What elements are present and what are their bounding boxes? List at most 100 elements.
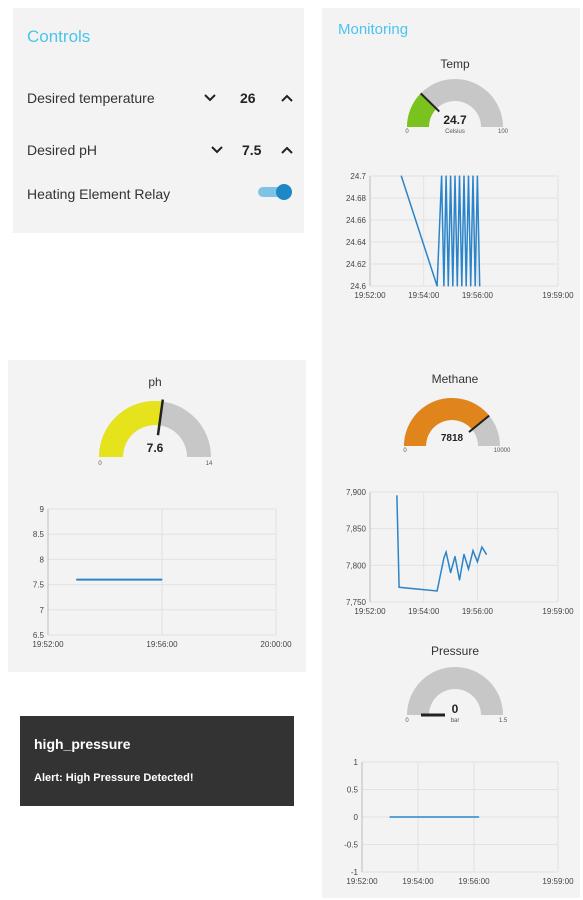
data-point — [441, 175, 443, 177]
data-point — [443, 285, 445, 287]
y-tick-label: 1 — [354, 758, 359, 767]
x-tick-label: 19:54:00 — [408, 607, 440, 616]
data-point — [485, 553, 487, 555]
ph-gauge-max: 14 — [206, 461, 213, 467]
x-tick-label: 19:56:00 — [462, 291, 494, 300]
y-tick-label: 24.68 — [346, 194, 367, 203]
data-point — [445, 175, 447, 177]
data-point — [474, 285, 476, 287]
y-tick-label: 6.5 — [33, 631, 45, 640]
data-point — [458, 579, 461, 581]
y-tick-label: 24.6 — [350, 282, 366, 291]
series-line — [396, 495, 488, 592]
pressure-gauge-title: Pressure — [431, 644, 479, 658]
x-tick-label: 20:00:00 — [260, 640, 292, 649]
data-point — [447, 285, 449, 287]
data-point — [476, 561, 479, 563]
y-tick-label: 0 — [354, 813, 359, 822]
data-point — [452, 285, 454, 287]
data-point — [454, 175, 456, 177]
y-tick-label: 24.66 — [346, 216, 367, 225]
temp-gauge: Temp 24.7 Celsius 0 100 — [405, 57, 509, 135]
data-point — [472, 550, 474, 552]
data-point — [161, 578, 163, 581]
data-point — [463, 553, 465, 555]
data-point — [398, 586, 400, 588]
y-tick-label: 8.5 — [33, 530, 45, 539]
y-tick-label: 7 — [40, 606, 45, 615]
ph-gauge-title: ph — [148, 375, 161, 389]
desired-temperature-value: 26 — [240, 90, 256, 106]
temp-chart: 24.7 24.68 24.66 24.64 24.62 24.619:52:00 19:5… — [346, 172, 574, 300]
methane-chart: 7,900 7,850 7,800 7,75019:52:00 19:54:00 19:5… — [346, 488, 574, 616]
y-tick-label: 7.5 — [33, 581, 45, 590]
data-point — [396, 495, 398, 497]
data-point — [472, 175, 474, 177]
data-point — [478, 816, 480, 818]
ph-decrease-chevron-down-icon[interactable] — [207, 142, 227, 158]
data-point — [476, 175, 479, 177]
desired-ph-label: Desired pH — [27, 142, 98, 158]
pressure-gauge-min: 0 — [405, 718, 409, 724]
x-tick-label: 19:59:00 — [542, 877, 574, 886]
y-tick-label: 7,850 — [346, 525, 367, 534]
x-tick-label: 19:56:00 — [462, 607, 494, 616]
temp-gauge-units: Celsius — [445, 129, 465, 135]
monitoring-title: Monitoring — [338, 21, 409, 38]
ph-gauge: ph 7.6 0 14 — [98, 375, 213, 467]
pressure-chart: 1 0.5 0 -0.5 -119:52:00 19:54:00 19:56:00 19:59… — [344, 758, 574, 886]
data-point — [436, 285, 438, 287]
y-tick-label: 7,750 — [346, 598, 367, 607]
pressure-gauge-max: 1.5 — [499, 718, 508, 724]
data-point — [465, 285, 467, 287]
x-tick-label: 19:56:00 — [458, 877, 490, 886]
x-tick-label: 19:52:00 — [354, 291, 386, 300]
controls-title: Controls — [27, 27, 91, 46]
data-point — [463, 175, 465, 177]
y-tick-label: -1 — [351, 868, 359, 877]
data-point — [481, 546, 483, 548]
pressure-gauge-value: 0 — [452, 702, 459, 716]
alert-notification[interactable]: high_pressure Alert: High Pressure Detec… — [20, 716, 294, 806]
x-tick-label: 19:52:00 — [354, 607, 386, 616]
data-point — [454, 555, 456, 558]
x-tick-label: 19:59:00 — [542, 291, 574, 300]
y-tick-label: 7,900 — [346, 488, 367, 497]
data-point — [456, 285, 458, 287]
desired-temperature-label: Desired temperature — [27, 90, 155, 106]
heating-relay-toggle[interactable] — [258, 184, 292, 200]
methane-gauge: Methane 7818 0 10000 — [403, 372, 511, 454]
ph-increase-chevron-up-icon[interactable] — [277, 142, 297, 158]
toggle-knob — [276, 184, 292, 200]
temp-gauge-max: 100 — [498, 129, 509, 135]
data-point — [445, 551, 447, 553]
x-tick-label: 19:56:00 — [146, 640, 178, 649]
x-tick-label: 19:59:00 — [542, 607, 574, 616]
x-tick-label: 19:52:00 — [32, 640, 64, 649]
data-point — [458, 175, 461, 177]
data-point — [443, 557, 445, 559]
controls-card: Controls Desired temperature 26 Desired … — [13, 8, 304, 233]
temp-gauge-title: Temp — [440, 57, 470, 71]
temp-gauge-min: 0 — [405, 129, 409, 135]
data-point — [470, 285, 472, 287]
methane-gauge-max: 10000 — [494, 448, 511, 454]
y-tick-label: 24.62 — [346, 260, 367, 269]
data-point — [461, 285, 463, 287]
x-tick-label: 19:54:00 — [402, 877, 434, 886]
pressure-gauge-units: bar — [451, 718, 460, 724]
pressure-gauge: Pressure 0 bar 0 1.5 — [405, 644, 508, 724]
y-tick-label: -0.5 — [344, 841, 358, 850]
methane-gauge-title: Methane — [432, 372, 479, 386]
data-point — [479, 285, 481, 287]
temperature-decrease-chevron-down-icon[interactable] — [200, 90, 220, 106]
y-tick-label: 0.5 — [347, 786, 359, 795]
methane-gauge-min: 0 — [403, 448, 407, 454]
y-tick-label: 24.7 — [350, 172, 366, 181]
ph-chart: 9 8.5 8 7.5 7 6.519:52:00 19:56:00 20:00:00 — [32, 505, 292, 649]
temperature-increase-chevron-up-icon[interactable] — [277, 90, 297, 106]
data-point — [436, 590, 438, 592]
x-tick-label: 19:52:00 — [346, 877, 378, 886]
data-point — [449, 572, 452, 574]
x-tick-label: 19:54:00 — [408, 291, 440, 300]
